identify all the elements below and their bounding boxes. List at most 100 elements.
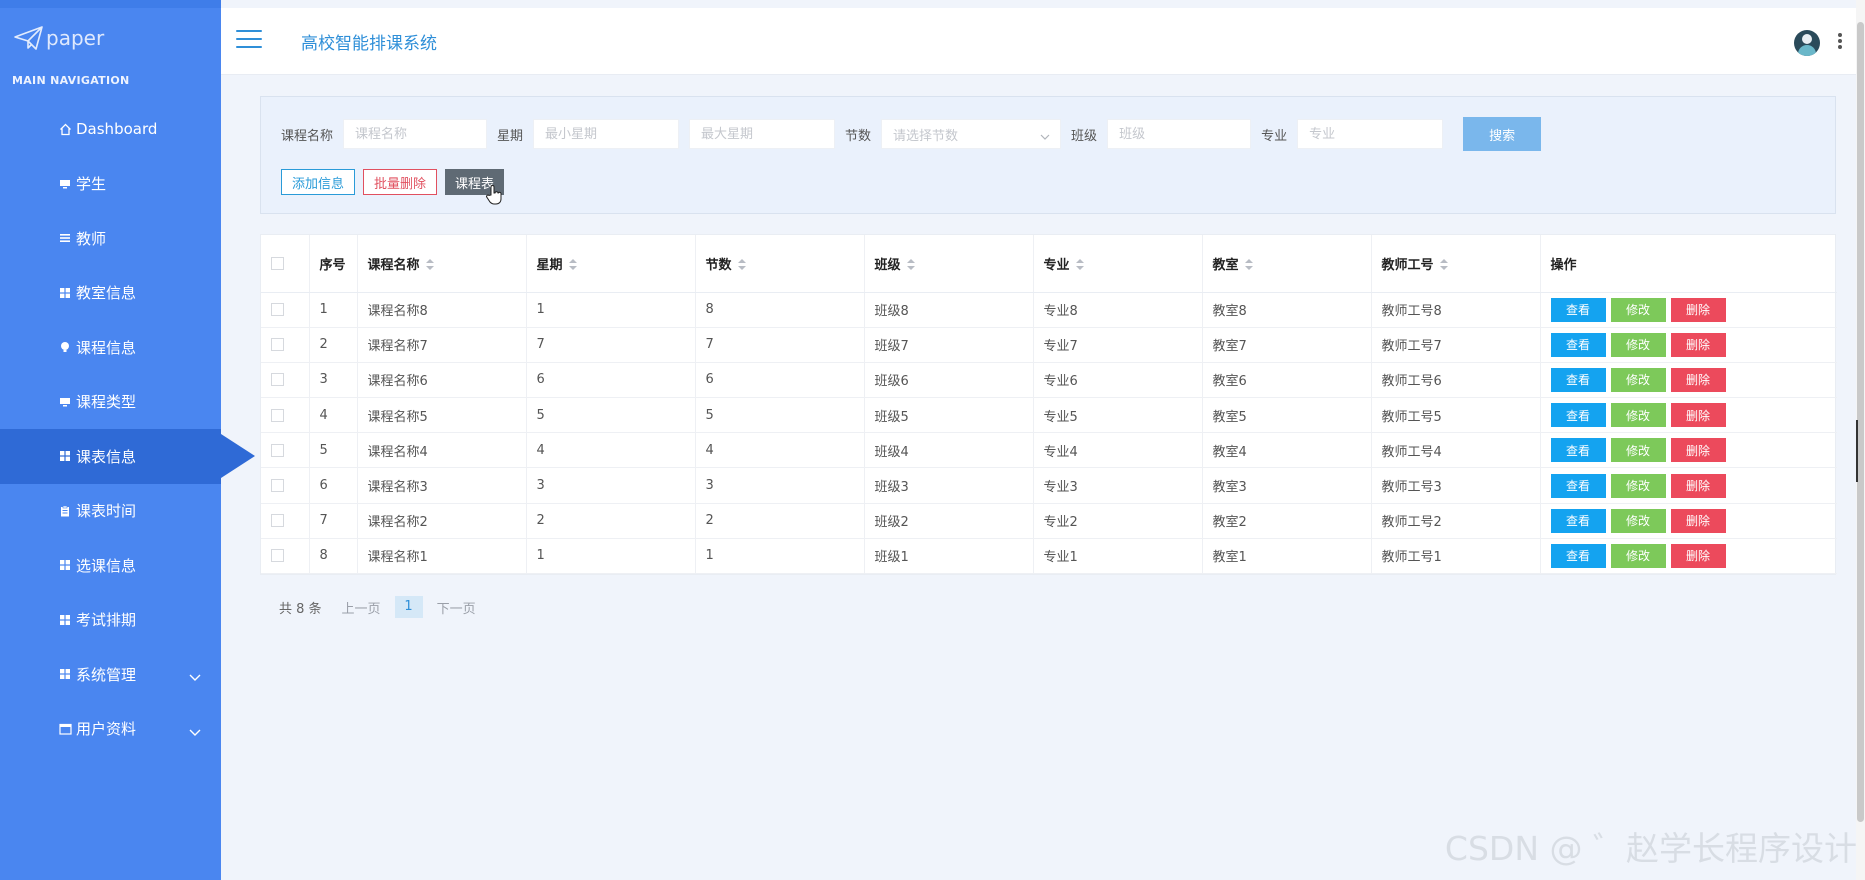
row-checkbox[interactable] <box>271 408 284 422</box>
row-checkbox[interactable] <box>271 303 284 317</box>
delete-button[interactable]: 删除 <box>1670 473 1726 498</box>
table-cell-name: 课程名称6 <box>357 362 527 399</box>
delete-button[interactable]: 删除 <box>1670 332 1726 357</box>
table-cell-weekday: 1 <box>526 538 696 575</box>
select-all-checkbox[interactable] <box>271 256 284 270</box>
page-number-current[interactable]: 1 <box>394 596 423 618</box>
search-button[interactable]: 搜索 <box>1463 117 1542 151</box>
table-cell-major: 专业2 <box>1033 503 1203 539</box>
grid-icon <box>58 613 72 627</box>
table-row: 5 课程名称4 4 4 班级4 专业4 教室4 教师工号4 查看 修改 删除 <box>261 432 1837 469</box>
sidebar-item-timetable[interactable]: 课表信息 <box>0 429 255 484</box>
period-select-placeholder: 请选择节数 <box>893 128 959 144</box>
row-checkbox[interactable] <box>271 373 284 387</box>
row-checkbox[interactable] <box>271 338 284 352</box>
sidebar-item-dashboard[interactable]: Dashboard <box>0 102 221 157</box>
column-header-sortable[interactable]: 教室 <box>1202 235 1372 293</box>
menu-toggle-icon[interactable] <box>236 30 262 50</box>
edit-button[interactable]: 修改 <box>1610 403 1666 428</box>
delete-button[interactable]: 删除 <box>1670 438 1726 463</box>
sidebar-item-teachers[interactable]: 教师 <box>0 211 221 266</box>
page-scrollbar[interactable] <box>1856 0 1865 880</box>
sidebar-item-user-profile[interactable]: 用户资料 <box>0 702 221 757</box>
table-cell-room: 教室5 <box>1202 397 1372 434</box>
delete-button[interactable]: 删除 <box>1670 543 1726 568</box>
delete-button[interactable]: 删除 <box>1670 508 1726 533</box>
column-header-sortable[interactable]: 星期 <box>526 235 696 293</box>
sort-icon[interactable] <box>1244 259 1253 271</box>
table-cell-idx: 7 <box>309 503 358 539</box>
class-input[interactable] <box>1107 119 1252 149</box>
column-header-sortable[interactable]: 课程名称 <box>357 235 527 293</box>
delete-button[interactable]: 删除 <box>1670 367 1726 392</box>
sidebar-item-system-management[interactable]: 系统管理 <box>0 647 221 702</box>
logo[interactable]: paper <box>14 24 104 52</box>
sort-icon[interactable] <box>737 259 746 271</box>
row-select-cell <box>261 503 310 539</box>
view-button[interactable]: 查看 <box>1550 297 1606 322</box>
column-header-sortable[interactable]: 专业 <box>1033 235 1203 293</box>
sidebar-item-course-selection[interactable]: 选课信息 <box>0 538 221 593</box>
min-weekday-input[interactable] <box>533 119 680 149</box>
sort-icon[interactable] <box>568 259 577 271</box>
sidebar-item-courses[interactable]: 课程信息 <box>0 320 221 375</box>
row-checkbox[interactable] <box>271 549 284 563</box>
period-select[interactable]: 请选择节数 <box>881 119 1062 149</box>
view-button[interactable]: 查看 <box>1550 332 1606 357</box>
table-cell-name: 课程名称5 <box>357 397 527 434</box>
row-checkbox[interactable] <box>271 443 284 457</box>
edit-button[interactable]: 修改 <box>1610 438 1666 463</box>
column-header-sortable[interactable]: 班级 <box>864 235 1034 293</box>
sidebar-item-exam-schedule[interactable]: 考试排期 <box>0 593 221 648</box>
row-checkbox[interactable] <box>271 514 284 528</box>
sort-icon[interactable] <box>1075 259 1084 271</box>
edit-button[interactable]: 修改 <box>1610 367 1666 392</box>
table-cell-weekday: 5 <box>526 397 696 434</box>
table-cell-teacher: 教师工号8 <box>1371 292 1541 328</box>
nav-header: MAIN NAVIGATION <box>12 74 130 87</box>
sort-icon[interactable] <box>1439 259 1448 271</box>
edit-button[interactable]: 修改 <box>1610 473 1666 498</box>
monitor-icon <box>58 177 72 191</box>
column-header-sortable[interactable]: 节数 <box>695 235 865 293</box>
next-page-button[interactable]: 下一页 <box>437 598 476 617</box>
table-body: 1 课程名称8 1 8 班级8 专业8 教室8 教师工号8 查看 修改 删除 2 课程名称7 7 7 班级7 专… <box>261 292 1837 575</box>
delete-button[interactable]: 删除 <box>1670 403 1726 428</box>
table-row: 4 课程名称5 5 5 班级5 专业5 教室5 教师工号5 查看 修改 删除 <box>261 397 1837 434</box>
sidebar-item-label: 教室信息 <box>76 284 137 303</box>
add-info-button[interactable]: 添加信息 <box>281 169 356 195</box>
sort-icon[interactable] <box>425 259 434 271</box>
table-cell-weekday: 7 <box>526 327 696 363</box>
edit-button[interactable]: 修改 <box>1610 297 1666 322</box>
view-button[interactable]: 查看 <box>1550 403 1606 428</box>
batch-delete-button[interactable]: 批量删除 <box>363 169 438 195</box>
view-button[interactable]: 查看 <box>1550 438 1606 463</box>
edit-button[interactable]: 修改 <box>1610 332 1666 357</box>
column-header-label: 星期 <box>536 257 563 273</box>
view-button[interactable]: 查看 <box>1550 508 1606 533</box>
max-weekday-input[interactable] <box>689 119 836 149</box>
view-button[interactable]: 查看 <box>1550 367 1606 392</box>
row-checkbox[interactable] <box>271 479 284 493</box>
column-header-sortable[interactable]: 教师工号 <box>1371 235 1541 293</box>
avatar[interactable] <box>1794 30 1820 56</box>
prev-page-button[interactable]: 上一页 <box>342 598 381 617</box>
column-header-label: 序号 <box>319 257 346 273</box>
sidebar-item-students[interactable]: 学生 <box>0 157 221 212</box>
view-button[interactable]: 查看 <box>1550 543 1606 568</box>
major-input[interactable] <box>1297 119 1444 149</box>
view-button[interactable]: 查看 <box>1550 473 1606 498</box>
edit-button[interactable]: 修改 <box>1610 543 1666 568</box>
more-vertical-icon[interactable] <box>1838 33 1842 53</box>
sidebar-item-timetable-time[interactable]: 课表时间 <box>0 484 221 539</box>
scrollbar-thumb[interactable] <box>1857 22 1864 822</box>
table-cell-teacher: 教师工号6 <box>1371 362 1541 399</box>
sidebar-item-classrooms[interactable]: 教室信息 <box>0 266 221 321</box>
delete-button[interactable]: 删除 <box>1670 297 1726 322</box>
grid-icon <box>58 449 72 463</box>
table-cell-idx: 8 <box>309 538 358 575</box>
sort-icon[interactable] <box>906 259 915 271</box>
edit-button[interactable]: 修改 <box>1610 508 1666 533</box>
course-name-input[interactable] <box>343 119 488 149</box>
sidebar-item-course-types[interactable]: 课程类型 <box>0 375 221 430</box>
